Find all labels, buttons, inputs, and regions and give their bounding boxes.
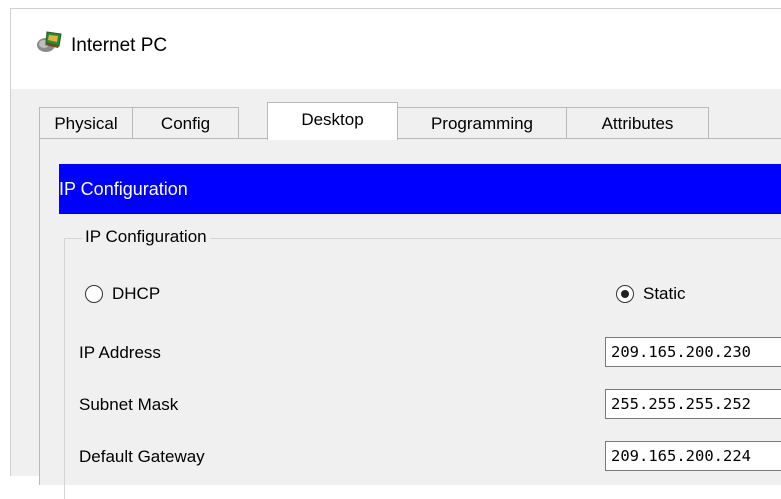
- pc-icon: [35, 30, 63, 56]
- title-bar: Internet PC: [11, 9, 781, 89]
- static-label[interactable]: Static: [643, 284, 686, 304]
- dhcp-label[interactable]: DHCP: [112, 284, 160, 304]
- subnet-mask-label: Subnet Mask: [79, 395, 179, 414]
- tab-desktop[interactable]: Desktop: [267, 102, 398, 140]
- tab-programming[interactable]: Programming: [397, 107, 567, 140]
- ip-configuration-header: IP Configuration: [59, 164, 781, 214]
- static-radio[interactable]: [616, 285, 634, 303]
- device-window: Internet PC Physical Config Desktop Prog…: [10, 8, 781, 499]
- window-title: Internet PC: [71, 35, 168, 56]
- default-gateway-label: Default Gateway: [79, 447, 205, 466]
- tab-physical[interactable]: Physical: [39, 107, 133, 140]
- dhcp-radio[interactable]: [85, 285, 103, 303]
- ip-configuration-group-label: IP Configuration: [82, 227, 210, 247]
- static-radio-selected-dot: [621, 290, 629, 298]
- subnet-mask-input[interactable]: [605, 389, 781, 419]
- default-gateway-input[interactable]: [605, 441, 781, 471]
- tab-bar: Physical Config Desktop Programming Attr…: [11, 102, 781, 140]
- ip-address-label: IP Address: [79, 343, 161, 362]
- tab-config[interactable]: Config: [132, 107, 239, 140]
- tab-attributes[interactable]: Attributes: [566, 107, 709, 140]
- desktop-panel: IP Configuration IP Configuration DHCP S…: [39, 138, 781, 499]
- ip-address-input[interactable]: [605, 337, 781, 367]
